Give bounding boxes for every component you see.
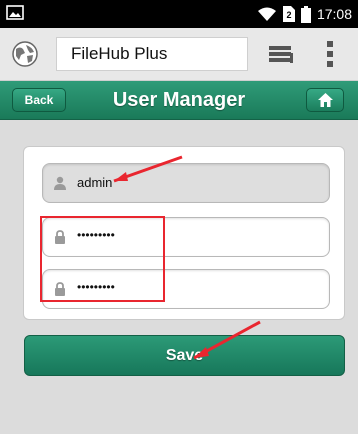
browser-bar: FileHub Plus [0, 28, 358, 81]
url-text: FileHub Plus [71, 44, 168, 63]
status-indicators: 2 17:08 [257, 4, 352, 24]
app-header: Back User Manager [0, 81, 358, 120]
back-label: Back [24, 93, 54, 107]
wifi-icon [257, 7, 276, 21]
username-field[interactable]: admin [42, 163, 330, 203]
status-time: 17:08 [316, 6, 352, 22]
url-field[interactable]: FileHub Plus [56, 37, 248, 71]
username-value: admin [77, 175, 113, 190]
password-highlight-box [40, 216, 165, 302]
home-button[interactable] [306, 88, 344, 112]
back-button[interactable]: Back [12, 88, 66, 112]
image-icon [6, 5, 24, 20]
tabs-icon[interactable] [268, 43, 294, 65]
annotation-arrow-save [193, 320, 261, 360]
user-icon [54, 176, 66, 190]
home-icon [318, 93, 333, 107]
sim-icon: 2 [282, 6, 295, 22]
overflow-menu-icon[interactable] [326, 40, 334, 68]
page-title: User Manager [112, 89, 246, 111]
globe-icon[interactable] [12, 41, 38, 67]
annotation-arrow-username [113, 155, 183, 183]
status-bar: 2 17:08 [0, 0, 358, 28]
save-button[interactable]: Save [24, 335, 345, 376]
svg-text:2: 2 [286, 10, 291, 20]
battery-icon [300, 5, 311, 23]
